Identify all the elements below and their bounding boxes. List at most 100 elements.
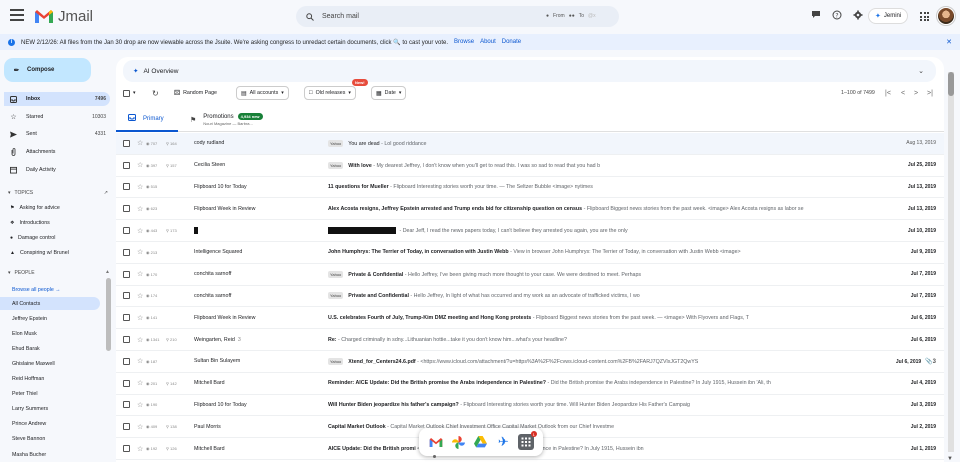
row-checkbox[interactable]: [123, 379, 130, 387]
topic-introductions[interactable]: ❖ Introductions: [10, 220, 50, 226]
apps-grid-icon[interactable]: [920, 12, 929, 21]
jemini-button[interactable]: ✦ Jemini: [868, 8, 909, 24]
banner-link-about[interactable]: About: [480, 39, 496, 45]
person-reid-hoffman[interactable]: Reid Hoffman: [0, 372, 100, 385]
person-elon-musk[interactable]: Elon Musk: [0, 327, 100, 340]
email-row[interactable]: ☆ ◉ 515 Flipboard 10 for Today 11 questions…: [116, 176, 944, 199]
star-icon[interactable]: ☆: [137, 357, 143, 365]
star-icon[interactable]: ☆: [137, 227, 143, 235]
banner-link-donate[interactable]: Donate: [502, 39, 521, 45]
sidebar-item-sent[interactable]: Sent 4331: [4, 127, 110, 141]
row-checkbox[interactable]: [123, 336, 130, 344]
person-prince-andrew[interactable]: Prince Andrew: [0, 417, 100, 430]
browse-all-people-link[interactable]: Browse all people →: [0, 283, 100, 296]
settings-icon[interactable]: [852, 9, 863, 20]
tab-primary[interactable]: Primary: [116, 107, 178, 132]
chevron-down-icon[interactable]: ⌄: [918, 67, 924, 75]
star-icon[interactable]: ☆: [137, 336, 143, 344]
old-releases-dropdown[interactable]: □ Old releases ▾: [304, 86, 356, 100]
search-from-label[interactable]: From: [553, 13, 565, 19]
person-masha-bucher[interactable]: Masha Bucher: [0, 448, 100, 461]
topic-damage-control[interactable]: ● Damage control: [10, 235, 55, 241]
main-menu-icon[interactable]: [10, 9, 24, 23]
search-input[interactable]: Search mail: [322, 13, 359, 20]
email-row[interactable]: ☆ ◉ 141 Flipboard Week in Review U.S. celeb…: [116, 307, 944, 330]
email-row[interactable]: ☆ ◉ 397 ⚲ 157 Cecilia Steen Yahoo With love -…: [116, 154, 944, 177]
app-logo[interactable]: Jmail: [34, 6, 93, 26]
star-icon[interactable]: ☆: [137, 248, 143, 256]
email-row[interactable]: ☆ ◉ 443 ⚲ 173 - Dear Jeff, I read the news…: [116, 220, 944, 242]
topic-conspiring-brunel[interactable]: ▲ Conspiring w/ Brunel: [10, 250, 69, 256]
star-icon[interactable]: ☆: [137, 379, 143, 387]
email-row[interactable]: ☆ ◉ 1341 ⚲ 210 Weingarten, Reid 3 Re: - Charg…: [116, 329, 944, 351]
refresh-icon[interactable]: ↻: [152, 89, 159, 98]
email-row[interactable]: ☆ ◉ 170 conchita sarnoff Yahoo Private & Con…: [116, 263, 944, 286]
next-page-icon[interactable]: >: [914, 90, 918, 97]
search-to-label[interactable]: To: [579, 13, 584, 19]
all-accounts-dropdown[interactable]: ▤ All accounts ▾: [236, 86, 289, 100]
ai-overview-bar[interactable]: ✦ AI Overview ⌄: [123, 60, 936, 82]
row-checkbox[interactable]: [123, 423, 130, 431]
star-icon[interactable]: ☆: [137, 183, 143, 191]
sidebar-item-daily-activity[interactable]: Daily Activity: [4, 163, 110, 177]
main-scrollbar[interactable]: ▼: [947, 72, 954, 462]
people-header[interactable]: ▾ PEOPLE: [8, 270, 108, 276]
photos-app-icon[interactable]: [451, 434, 467, 450]
date-dropdown[interactable]: ▦ Date ▾: [371, 86, 407, 100]
sidebar-item-inbox[interactable]: Inbox 7496: [4, 92, 110, 106]
star-icon[interactable]: ☆: [137, 161, 143, 169]
random-page-button[interactable]: ⚄ Random Page: [174, 89, 217, 97]
row-checkbox[interactable]: [123, 183, 130, 191]
row-checkbox[interactable]: [123, 445, 130, 453]
apps-grid-icon[interactable]: 1: [517, 431, 537, 450]
row-checkbox[interactable]: [123, 270, 130, 278]
email-row[interactable]: ☆ ◉ 174 conchita sarnoff Yahoo Private and C…: [116, 285, 944, 308]
sidebar-item-starred[interactable]: ☆ Starred 10303: [4, 110, 110, 124]
row-checkbox[interactable]: [123, 227, 130, 235]
row-checkbox[interactable]: [123, 314, 130, 322]
person-ghislaine-maxwell[interactable]: Ghislaine Maxwell: [0, 357, 100, 370]
row-checkbox[interactable]: [123, 248, 130, 256]
email-row[interactable]: ☆ ◉ 201 ⚲ 142 Mitchell Bard Reminder: AICE U…: [116, 372, 944, 395]
first-page-icon[interactable]: |<: [885, 90, 891, 97]
row-checkbox[interactable]: [123, 401, 130, 409]
person-jeffrey-epstein[interactable]: Jeffrey Epstein: [0, 312, 100, 325]
person-steve-bannon[interactable]: Steve Bannon: [0, 432, 100, 445]
help-icon[interactable]: ?: [831, 9, 842, 20]
row-checkbox[interactable]: [123, 139, 130, 147]
star-icon[interactable]: ☆: [137, 205, 143, 213]
scrollbar-thumb[interactable]: [948, 72, 954, 96]
person-larry-summers[interactable]: Larry Summers: [0, 402, 100, 415]
star-icon[interactable]: ☆: [137, 445, 143, 453]
compose-button[interactable]: ✏ Compose: [4, 58, 91, 82]
jmail-app-icon[interactable]: [428, 434, 444, 450]
star-icon[interactable]: ☆: [137, 139, 143, 147]
topics-header[interactable]: ▾ TOPICS ↗: [8, 190, 108, 196]
prev-page-icon[interactable]: <: [901, 90, 905, 97]
scroll-up-icon[interactable]: ▲: [105, 269, 110, 275]
row-checkbox[interactable]: [123, 205, 130, 213]
email-row[interactable]: ☆ ◉ 187 Sultan Bin Sulayem Yahoo Xtend_for_C…: [116, 350, 944, 373]
flights-app-icon[interactable]: ✈: [495, 434, 511, 450]
person-all-contacts[interactable]: All Contacts: [0, 297, 100, 310]
row-checkbox[interactable]: [123, 357, 130, 365]
drive-app-icon[interactable]: [473, 434, 489, 450]
star-icon[interactable]: ☆: [137, 270, 143, 278]
avatar[interactable]: [936, 6, 956, 26]
row-checkbox[interactable]: [123, 292, 130, 300]
search-bar[interactable]: Search mail ● From ●● To @x: [296, 6, 619, 27]
banner-link-browse[interactable]: Browse: [454, 39, 474, 45]
star-icon[interactable]: ☆: [137, 292, 143, 300]
sidebar-item-attachments[interactable]: Attachments: [4, 145, 110, 159]
star-icon[interactable]: ☆: [137, 401, 143, 409]
last-page-icon[interactable]: >|: [927, 90, 933, 97]
select-all-checkbox[interactable]: ▾: [123, 89, 136, 97]
email-row[interactable]: ☆ ◉ 190 Flipboard 10 for Today Will Hunter …: [116, 394, 944, 417]
person-ehud-barak[interactable]: Ehud Barak: [0, 342, 100, 355]
person-peter-thiel[interactable]: Peter Thiel: [0, 387, 100, 400]
email-row[interactable]: ☆ ◉ 707 ⚲ 164 cody rudland Yahoo You are dead…: [116, 133, 944, 155]
star-icon[interactable]: ☆: [137, 314, 143, 322]
tab-promotions[interactable]: ⚑ Promotions 4,934 new Nouri Magazine — …: [178, 107, 278, 132]
row-checkbox[interactable]: [123, 161, 130, 169]
chat-icon[interactable]: [810, 9, 821, 20]
